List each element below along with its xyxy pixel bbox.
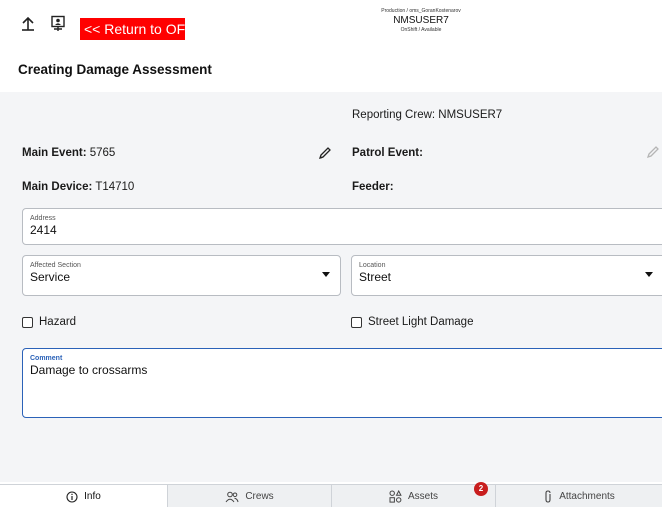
shift-state: OnShift / Available (400, 27, 442, 33)
comment-value: Damage to crossarms (30, 363, 148, 377)
street-light-damage-label: Street Light Damage (368, 316, 474, 328)
chevron-down-icon (645, 272, 653, 277)
return-to-ofs-button[interactable]: << Return to OFS (80, 18, 195, 40)
assets-icon (389, 490, 402, 503)
affected-section-select[interactable]: Affected Section Service (22, 255, 341, 296)
tab-crews[interactable]: Crews (168, 485, 332, 507)
location-label: Location (359, 262, 386, 269)
location-value: Street (359, 270, 392, 284)
tab-info-label: Info (84, 491, 101, 502)
address-value: 2414 (30, 223, 57, 237)
comment-field[interactable]: Comment Damage to crossarms (22, 348, 662, 418)
main-device-value: T14710 (95, 181, 135, 193)
edit-patrol-event-pencil-icon[interactable] (646, 145, 660, 159)
main-event-value: 5765 (89, 147, 116, 159)
address-field[interactable]: Address 2414 (22, 208, 662, 245)
hazard-label: Hazard (39, 316, 77, 328)
edit-main-event-pencil-icon[interactable] (318, 146, 332, 160)
top-bar: << Return to OFS Production / oms_GoranK… (0, 0, 662, 50)
tab-attachments[interactable]: Attachments (496, 485, 662, 507)
main-device: Main Device: T14710 (22, 181, 134, 193)
assessment-form: Reporting Crew: NMSUSER7 Main Event: 576… (0, 92, 662, 482)
patrol-event-label: Patrol Event: (352, 147, 423, 159)
bottom-tab-bar: Info Crews Assets 2 Attachments (0, 482, 662, 507)
comment-label: Comment (30, 355, 63, 362)
feeder: Feeder: (352, 181, 394, 193)
feeder-label: Feeder: (352, 181, 394, 193)
main-event: Main Event: 5765 (22, 147, 115, 159)
tab-attachments-label: Attachments (559, 491, 615, 502)
hazard-checkbox-row[interactable]: Hazard (22, 316, 76, 328)
user-name: NMSUSER7 (393, 15, 449, 26)
upload-arrow-icon[interactable] (18, 13, 38, 35)
hazard-checkbox[interactable] (22, 316, 33, 328)
crews-icon (225, 491, 239, 502)
tab-assets[interactable]: Assets 2 (332, 482, 496, 507)
affected-section-value: Service (30, 270, 71, 284)
tab-crews-label: Crews (245, 491, 274, 502)
assets-count-badge: 2 (474, 482, 488, 496)
tab-info[interactable]: Info (0, 485, 168, 507)
street-light-checkbox-row[interactable]: Street Light Damage (351, 316, 473, 328)
info-icon (66, 490, 78, 503)
address-label: Address (30, 215, 56, 222)
page-title: Creating Damage Assessment (18, 62, 212, 77)
chevron-down-icon (322, 272, 330, 277)
main-event-label: Main Event: (22, 147, 87, 159)
main-device-label: Main Device: (22, 181, 93, 193)
street-light-damage-checkbox[interactable] (351, 316, 362, 328)
location-select[interactable]: Location Street (351, 255, 662, 296)
environment-label: Production / oms_GoranKostenarov (381, 8, 461, 14)
patrol-event: Patrol Event: (352, 147, 423, 159)
presenter-icon[interactable] (48, 13, 68, 35)
reporting-crew: Reporting Crew: NMSUSER7 (352, 109, 503, 121)
affected-section-label: Affected Section (30, 262, 81, 269)
session-status: Production / oms_GoranKostenarov NMSUSER… (360, 8, 482, 34)
paperclip-icon (545, 490, 551, 503)
tab-assets-label: Assets (407, 491, 438, 502)
